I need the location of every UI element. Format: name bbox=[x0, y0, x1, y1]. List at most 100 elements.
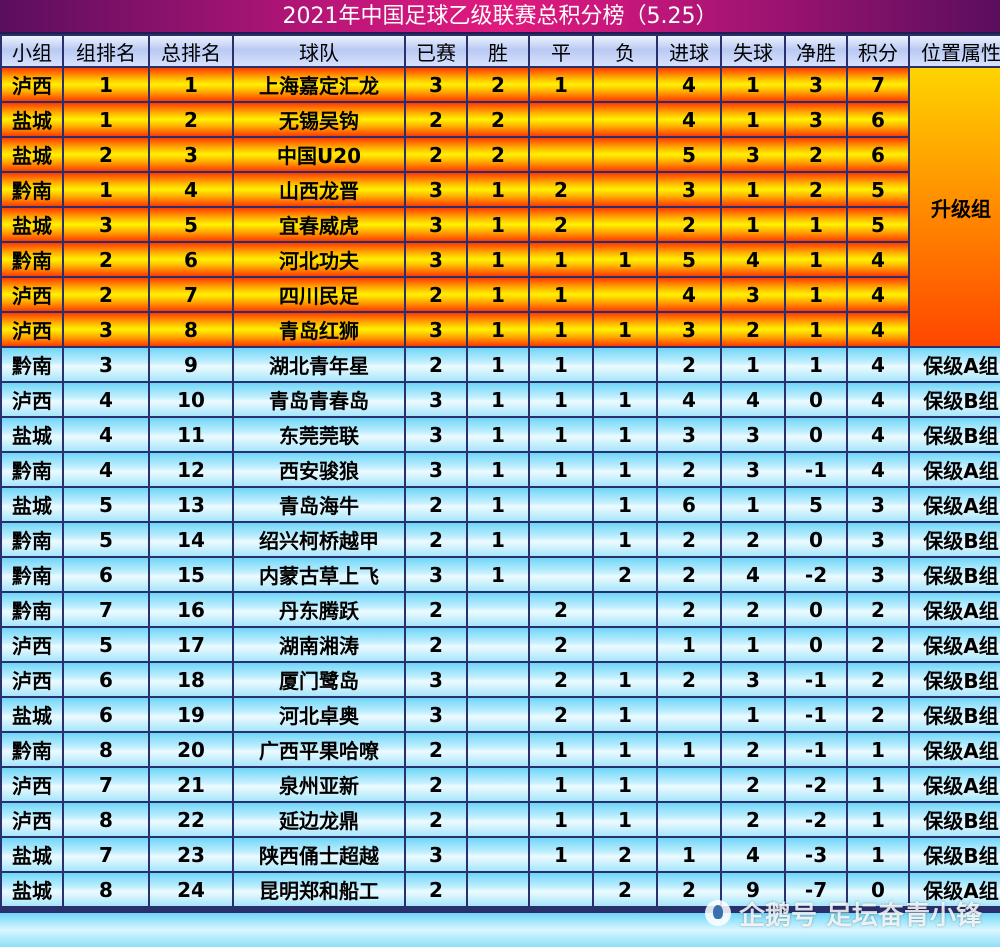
table-cell: 12 bbox=[150, 453, 232, 486]
table-row: 黔南 2 6 河北功夫 3 1 1 1 5 4 1 4 bbox=[2, 243, 1000, 276]
position-attribute-cell: 保级B组 bbox=[910, 698, 1000, 731]
table-cell: 3 bbox=[406, 173, 466, 206]
table-cell bbox=[594, 348, 656, 381]
table-cell: 1 bbox=[530, 383, 592, 416]
table-cell: 3 bbox=[658, 418, 720, 451]
table-cell: 2 bbox=[468, 68, 528, 101]
team-name-cell: 上海嘉定汇龙 bbox=[234, 68, 404, 101]
table-cell: 5 bbox=[150, 208, 232, 241]
table-cell: 泸西 bbox=[2, 278, 62, 311]
table-cell: 2 bbox=[594, 873, 656, 906]
table-cell: 2 bbox=[848, 663, 908, 696]
table-cell: 1 bbox=[468, 208, 528, 241]
team-name-cell: 中国U20 bbox=[234, 138, 404, 171]
table-cell: 1 bbox=[722, 68, 784, 101]
table-cell: 1 bbox=[530, 768, 592, 801]
table-row: 黔南 3 9 湖北青年星 2 1 1 2 1 1 4 保级A组 bbox=[2, 348, 1000, 381]
table-cell: 2 bbox=[406, 733, 466, 766]
table-cell: 3 bbox=[786, 103, 846, 136]
table-cell: 1 bbox=[594, 733, 656, 766]
team-name-cell: 内蒙古草上飞 bbox=[234, 558, 404, 591]
table-cell: 1 bbox=[786, 313, 846, 346]
table-cell: 4 bbox=[658, 68, 720, 101]
column-header: 平 bbox=[530, 36, 592, 66]
table-cell: 1 bbox=[530, 278, 592, 311]
team-name-cell: 昆明郑和船工 bbox=[234, 873, 404, 906]
promotion-group-label: 升级组 bbox=[910, 68, 1000, 346]
table-cell: 19 bbox=[150, 698, 232, 731]
table-row: 黔南 7 16 丹东腾跃 2 2 2 2 0 2 保级A组 bbox=[2, 593, 1000, 626]
table-cell: 1 bbox=[594, 768, 656, 801]
column-header: 总排名 bbox=[150, 36, 232, 66]
table-row: 盐城 6 19 河北卓奥 3 2 1 1 -1 2 保级B组 bbox=[2, 698, 1000, 731]
table-row: 泸西 2 7 四川民足 2 1 1 4 3 1 4 bbox=[2, 278, 1000, 311]
table-row: 黔南 4 12 西安骏狼 3 1 1 1 2 3 -1 4 保级A组 bbox=[2, 453, 1000, 486]
position-attribute-cell: 保级B组 bbox=[910, 558, 1000, 591]
table-cell: 2 bbox=[722, 733, 784, 766]
table-cell: 1 bbox=[468, 173, 528, 206]
table-cell: 2 bbox=[786, 173, 846, 206]
table-cell: 3 bbox=[722, 663, 784, 696]
position-attribute-cell: 保级B组 bbox=[910, 523, 1000, 556]
table-cell bbox=[594, 628, 656, 661]
table-cell: 4 bbox=[848, 453, 908, 486]
table-cell: 1 bbox=[468, 313, 528, 346]
table-cell: 3 bbox=[406, 68, 466, 101]
table-cell: 3 bbox=[658, 313, 720, 346]
table-row: 盐城 7 23 陕西俑士超越 3 1 2 1 4 -3 1 保级B组 bbox=[2, 838, 1000, 871]
table-cell: 2 bbox=[594, 838, 656, 871]
table-cell: 2 bbox=[150, 103, 232, 136]
table-cell: 1 bbox=[722, 698, 784, 731]
table-cell: 3 bbox=[406, 313, 466, 346]
position-attribute-cell: 保级A组 bbox=[910, 348, 1000, 381]
table-cell: 4 bbox=[848, 278, 908, 311]
table-cell: 1 bbox=[530, 418, 592, 451]
table-cell: 8 bbox=[64, 873, 148, 906]
table-cell: 1 bbox=[468, 278, 528, 311]
standings-table: 小组 组排名 总排名 球队 已赛胜平负进球 失球 净胜 积分 位置属性 泸西 1 1 上海嘉定汇龙 3 2… bbox=[0, 34, 1000, 908]
table-cell bbox=[468, 873, 528, 906]
table-cell: 8 bbox=[64, 803, 148, 836]
team-name-cell: 河北卓奥 bbox=[234, 698, 404, 731]
table-cell: 3 bbox=[848, 488, 908, 521]
team-name-cell: 青岛红狮 bbox=[234, 313, 404, 346]
table-row: 黔南 6 15 内蒙古草上飞 3 1 2 2 4 -2 3 保级B组 bbox=[2, 558, 1000, 591]
table-cell bbox=[594, 278, 656, 311]
table-cell: 1 bbox=[530, 348, 592, 381]
table-cell: 4 bbox=[722, 383, 784, 416]
table-row: 盐城 2 3 中国U20 2 2 5 3 2 6 bbox=[2, 138, 1000, 171]
table-cell: 5 bbox=[848, 173, 908, 206]
table-cell: 2 bbox=[530, 593, 592, 626]
header-row: 小组 组排名 总排名 球队 已赛胜平负进球 失球 净胜 积分 位置属性 bbox=[2, 36, 1000, 66]
table-cell: 黔南 bbox=[2, 173, 62, 206]
table-cell: 2 bbox=[848, 628, 908, 661]
column-header: 位置属性 bbox=[910, 36, 1000, 66]
table-cell: 1 bbox=[530, 453, 592, 486]
table-cell: -1 bbox=[786, 733, 846, 766]
table-cell: 3 bbox=[406, 453, 466, 486]
table-cell: 9 bbox=[150, 348, 232, 381]
table-cell bbox=[594, 593, 656, 626]
table-cell: 2 bbox=[406, 768, 466, 801]
table-cell: 2 bbox=[722, 313, 784, 346]
table-cell: 4 bbox=[848, 418, 908, 451]
table-cell bbox=[468, 768, 528, 801]
table-cell: -2 bbox=[786, 768, 846, 801]
table-cell: 1 bbox=[848, 733, 908, 766]
table-cell: 2 bbox=[658, 523, 720, 556]
table-cell: 1 bbox=[786, 278, 846, 311]
table-cell: 1 bbox=[64, 173, 148, 206]
table-cell: 2 bbox=[658, 208, 720, 241]
position-attribute-cell: 保级A组 bbox=[910, 768, 1000, 801]
team-name-cell: 泉州亚新 bbox=[234, 768, 404, 801]
table-cell: 0 bbox=[786, 628, 846, 661]
table-cell: 1 bbox=[468, 523, 528, 556]
table-cell: 2 bbox=[406, 488, 466, 521]
table-cell: 3 bbox=[406, 838, 466, 871]
table-cell: 5 bbox=[658, 243, 720, 276]
column-header: 净胜 bbox=[786, 36, 846, 66]
table-cell: 2 bbox=[530, 698, 592, 731]
table-cell: 20 bbox=[150, 733, 232, 766]
table-cell: 3 bbox=[406, 698, 466, 731]
table-cell: 4 bbox=[150, 173, 232, 206]
